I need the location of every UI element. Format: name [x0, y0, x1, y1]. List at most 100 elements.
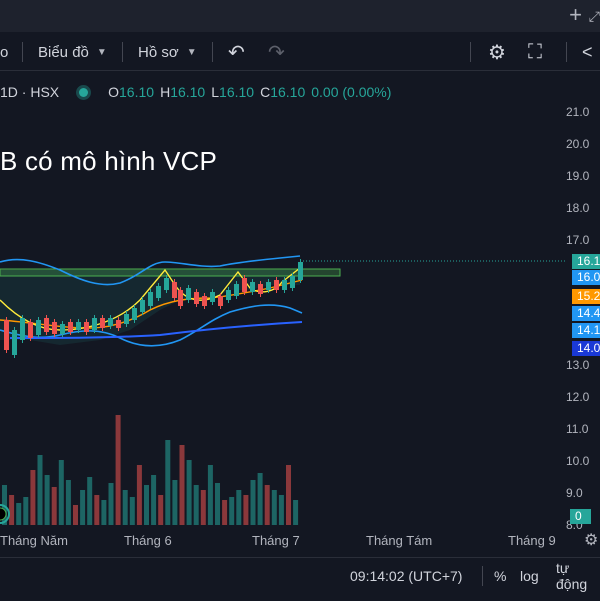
- percent-scale-toggle[interactable]: %: [494, 558, 506, 594]
- candle: [20, 318, 25, 340]
- candle: [108, 318, 113, 326]
- volume-bar: [87, 477, 93, 525]
- volume-bar: [80, 490, 86, 525]
- price-badge: 14.1: [572, 323, 600, 338]
- candle: [194, 292, 199, 304]
- log-scale-toggle[interactable]: log: [520, 558, 539, 594]
- volume-bar: [30, 470, 36, 525]
- status-bar: 09:14:02 (UTC+7) % log tự động: [0, 557, 600, 601]
- candle: [290, 276, 295, 288]
- candle: [164, 278, 169, 290]
- price-badge: 16.0: [572, 270, 600, 285]
- volume-bar: [73, 505, 78, 525]
- volume-bar: [94, 495, 100, 525]
- price-axis-label: 17.0: [566, 233, 590, 247]
- volume-bar: [165, 440, 171, 525]
- candle: [210, 292, 215, 302]
- volume-bar: [9, 495, 15, 525]
- price-badge: 0: [570, 509, 591, 524]
- volume-bar: [215, 483, 220, 525]
- price-chart[interactable]: [0, 0, 600, 600]
- volume-bar: [172, 480, 178, 525]
- candle: [100, 318, 105, 328]
- time-axis-label: Tháng 7: [252, 533, 300, 548]
- volume-bar: [222, 500, 228, 525]
- candle: [250, 282, 255, 292]
- volume-bar: [108, 483, 114, 525]
- volume-bar: [229, 497, 235, 525]
- candle: [298, 262, 303, 280]
- candle: [156, 286, 161, 298]
- candle: [226, 290, 231, 300]
- status-divider: [482, 566, 483, 586]
- candle: [274, 280, 279, 290]
- clock-time[interactable]: 09:14:02 (UTC+7): [350, 558, 462, 594]
- price-axis-label: 10.0: [566, 454, 590, 468]
- candle: [266, 282, 271, 290]
- candle: [60, 324, 65, 334]
- price-axis-label: 9.0: [566, 486, 583, 500]
- candle: [148, 292, 153, 306]
- volume-bar: [236, 490, 242, 525]
- volume-bar: [271, 490, 277, 525]
- volume-bar: [122, 490, 128, 525]
- candle: [242, 278, 247, 292]
- candle: [172, 282, 177, 298]
- price-badge: 15.2: [572, 289, 600, 304]
- candle: [116, 320, 121, 328]
- volume-bar: [58, 460, 64, 525]
- candle: [218, 296, 223, 306]
- volume-bar: [151, 475, 157, 525]
- volume-bar: [44, 475, 50, 525]
- auto-scale-toggle[interactable]: tự động: [556, 558, 600, 594]
- price-axis-label: 21.0: [566, 105, 590, 119]
- volume-bar: [186, 460, 192, 525]
- candle: [36, 320, 41, 335]
- candle: [140, 300, 145, 312]
- candle: [178, 290, 183, 306]
- volume-bar: [136, 465, 142, 525]
- candle: [282, 280, 287, 290]
- candle: [186, 288, 191, 300]
- volume-bar: [207, 465, 213, 525]
- volume-bar: [37, 455, 43, 525]
- volume-bar: [243, 495, 249, 525]
- candle: [28, 322, 33, 338]
- volume-bar: [158, 495, 164, 525]
- volume-bar: [179, 445, 185, 525]
- volume-bar: [129, 497, 135, 525]
- volume-bar: [65, 480, 71, 525]
- time-axis-label: Tháng Tám: [366, 533, 433, 548]
- axis-settings-icon[interactable]: ⚙: [584, 530, 598, 550]
- price-axis-label: 12.0: [566, 390, 590, 404]
- time-axis-label: Tháng Năm: [0, 533, 68, 548]
- candle: [52, 322, 57, 334]
- price-badge: 14.0: [572, 341, 600, 356]
- candle: [68, 322, 73, 332]
- volume-bar: [293, 500, 299, 525]
- volume-bar: [257, 473, 263, 525]
- volume-bar: [144, 485, 149, 525]
- volume-bar: [23, 497, 29, 525]
- candle: [44, 318, 49, 332]
- price-axis-label: 13.0: [566, 358, 590, 372]
- volume-bar: [200, 490, 206, 525]
- candle: [12, 330, 17, 355]
- candle: [92, 318, 97, 330]
- candle: [124, 314, 129, 324]
- candle: [234, 284, 239, 296]
- candle: [76, 322, 81, 330]
- candle: [258, 284, 263, 294]
- volume-bar: [193, 485, 199, 525]
- price-axis-label: 11.0: [566, 422, 589, 436]
- candle: [84, 322, 89, 332]
- volume-bar: [101, 500, 107, 525]
- time-axis-label: Tháng 6: [124, 533, 172, 548]
- volume-bar: [16, 503, 22, 525]
- candle: [202, 296, 207, 306]
- candle: [132, 308, 137, 320]
- price-axis-label: 19.0: [566, 169, 590, 183]
- volume-bar: [286, 465, 291, 525]
- volume-bar: [278, 495, 284, 525]
- volume-bar: [115, 415, 121, 525]
